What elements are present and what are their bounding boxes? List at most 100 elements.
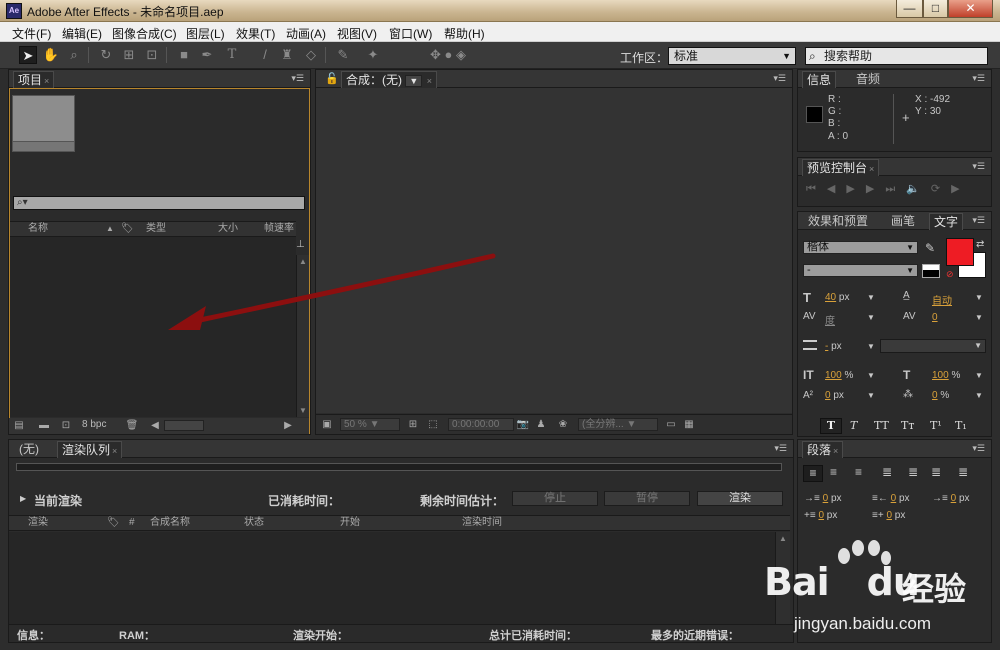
panel-menu-icon[interactable]: ▾☰ bbox=[972, 443, 985, 454]
column-comp-name[interactable]: 合成名称 bbox=[150, 516, 190, 530]
indent-right-field[interactable]: ≡← 0 px bbox=[872, 493, 910, 504]
font-family-select[interactable]: 楷体 ▼ bbox=[803, 241, 918, 254]
scroll-left-icon[interactable]: ◀ bbox=[148, 419, 162, 432]
chevron-down-icon[interactable]: ▼ bbox=[975, 371, 983, 380]
panel-menu-icon[interactable]: ▾☰ bbox=[291, 73, 304, 84]
tab-composition[interactable]: 合成：(无) ▼ × bbox=[341, 71, 438, 88]
faux-bold-icon[interactable]: T bbox=[820, 418, 842, 434]
label-tag-icon[interactable]: 🏷 bbox=[107, 516, 120, 530]
chevron-down-icon[interactable]: ▼ bbox=[867, 313, 875, 322]
menu-edit[interactable]: 编辑(E) bbox=[62, 25, 102, 42]
timecode-display[interactable]: 0:00:00:00 bbox=[448, 418, 514, 431]
eyedropper-icon[interactable]: ✎ bbox=[925, 241, 935, 255]
subscript-icon[interactable]: T₁ bbox=[955, 419, 967, 432]
hand-tool-icon[interactable]: ✋ bbox=[42, 46, 60, 64]
menu-help[interactable]: 帮助(H) bbox=[444, 25, 485, 42]
region-of-interest-icon[interactable]: ▭ bbox=[664, 418, 678, 431]
indent-right-value[interactable]: 0 bbox=[891, 493, 897, 504]
chevron-down-icon[interactable]: ▼ bbox=[975, 391, 983, 400]
baseline-shift-value[interactable]: 0 bbox=[825, 390, 831, 401]
black-swatch[interactable] bbox=[922, 264, 940, 278]
chevron-down-icon[interactable]: ▼ bbox=[975, 293, 983, 302]
vertical-scale-value[interactable]: 100 bbox=[825, 370, 842, 381]
font-size-field[interactable]: 40 px bbox=[825, 292, 849, 303]
justify-all-icon[interactable]: ≣ bbox=[958, 465, 968, 479]
tab-preview[interactable]: 预览控制台 × bbox=[802, 159, 880, 176]
chevron-down-icon[interactable]: ▼ bbox=[867, 391, 875, 400]
space-before-field[interactable]: +≡ 0 px bbox=[804, 510, 837, 521]
interpret-footage-icon[interactable]: ▤ bbox=[12, 419, 26, 432]
render-queue-list[interactable] bbox=[9, 532, 775, 624]
baseline-shift-field[interactable]: 0 px bbox=[825, 390, 844, 401]
font-style-select[interactable]: - ▼ bbox=[803, 264, 918, 277]
pause-button[interactable]: 暂停 bbox=[604, 491, 690, 506]
menu-view[interactable]: 视图(V) bbox=[337, 25, 377, 42]
mask-visibility-icon[interactable]: ⬚ bbox=[426, 418, 440, 431]
space-after-value[interactable]: 0 bbox=[886, 510, 892, 521]
fill-color-swatch[interactable] bbox=[946, 238, 974, 266]
column-render[interactable]: 渲染 bbox=[28, 516, 48, 530]
tab-info[interactable]: 信息 bbox=[802, 71, 837, 88]
stroke-width-field[interactable]: - px bbox=[825, 341, 842, 352]
close-icon[interactable]: × bbox=[833, 446, 838, 456]
column-started[interactable]: 开始 bbox=[340, 516, 360, 530]
justify-last-center-icon[interactable]: ≣ bbox=[908, 465, 918, 479]
new-composition-icon[interactable]: ⊡ bbox=[59, 419, 73, 432]
roto-brush-tool-icon[interactable]: ✎ bbox=[334, 46, 352, 64]
column-status[interactable]: 状态 bbox=[244, 516, 264, 530]
expand-triangle-icon[interactable]: ▶ bbox=[20, 494, 26, 503]
tracking-value[interactable]: 0 bbox=[932, 312, 938, 323]
tab-paragraph[interactable]: 段落 × bbox=[802, 441, 844, 458]
lock-icon[interactable]: 🔓 bbox=[325, 72, 339, 85]
tab-brushes[interactable]: 画笔 bbox=[887, 213, 919, 230]
camera-tool-icon[interactable]: ⊞ bbox=[120, 46, 138, 64]
bit-depth-button[interactable]: 8 bpc bbox=[82, 419, 106, 430]
next-frame-icon[interactable]: ▶ bbox=[866, 183, 885, 195]
close-button[interactable]: ✕ bbox=[948, 0, 993, 18]
safe-zones-icon[interactable]: ⊞ bbox=[406, 418, 420, 431]
tab-timeline[interactable]: (无) bbox=[15, 441, 43, 458]
font-size-value[interactable]: 40 bbox=[825, 292, 836, 303]
maximize-button[interactable]: □ bbox=[923, 0, 948, 18]
brush-tool-icon[interactable]: / bbox=[256, 46, 274, 64]
chevron-down-icon[interactable]: ▼ bbox=[867, 293, 875, 302]
column-name[interactable]: 名称 bbox=[28, 222, 48, 236]
pen-tool-icon[interactable]: ✒ bbox=[198, 46, 216, 64]
mute-icon[interactable]: 🔈 bbox=[906, 183, 931, 195]
tab-render-queue[interactable]: 渲染队列 × bbox=[57, 441, 123, 458]
horizontal-scroll-thumb[interactable] bbox=[164, 420, 204, 431]
workspace-select[interactable]: 标准 ▼ bbox=[668, 47, 796, 65]
small-caps-icon[interactable]: Tт bbox=[901, 419, 914, 432]
horizontal-scale-field[interactable]: 100 % bbox=[932, 370, 960, 381]
show-snapshot-icon[interactable]: ♟ bbox=[534, 418, 548, 431]
all-caps-icon[interactable]: TT bbox=[874, 419, 889, 432]
scroll-right-icon[interactable]: ▶ bbox=[281, 419, 295, 432]
first-frame-icon[interactable]: ⏮ bbox=[806, 183, 827, 195]
menu-effect[interactable]: 效果(T) bbox=[236, 25, 275, 42]
justify-last-left-icon[interactable]: ≣ bbox=[882, 465, 892, 479]
pan-behind-tool-icon[interactable]: ⊡ bbox=[143, 46, 161, 64]
panel-menu-icon[interactable]: ▾☰ bbox=[774, 443, 787, 454]
selection-tool-icon[interactable]: ➤ bbox=[19, 46, 37, 64]
chevron-down-icon[interactable]: ▼ bbox=[867, 342, 875, 351]
close-icon[interactable]: × bbox=[424, 76, 432, 86]
tab-project[interactable]: 项目 × bbox=[13, 71, 55, 88]
play-icon[interactable]: ▶ bbox=[846, 183, 865, 195]
color-channel-icon[interactable]: ❀ bbox=[556, 418, 570, 431]
rectangle-tool-icon[interactable]: ■ bbox=[175, 46, 193, 64]
swap-colors-icon[interactable]: ⇄ bbox=[976, 239, 984, 250]
white-swatch[interactable] bbox=[923, 265, 939, 270]
stop-button[interactable]: 停止 bbox=[512, 491, 598, 506]
type-tool-icon[interactable]: T bbox=[223, 46, 241, 64]
chevron-down-icon[interactable]: ▼ bbox=[405, 75, 423, 87]
superscript-icon[interactable]: T¹ bbox=[930, 419, 942, 432]
minimize-button[interactable]: — bbox=[896, 0, 923, 18]
loop-icon[interactable]: ⟳ bbox=[931, 183, 951, 195]
search-help-input[interactable]: ⌕ 搜索帮助 bbox=[805, 47, 988, 65]
trash-icon[interactable]: 🗑 bbox=[125, 419, 139, 432]
space-before-value[interactable]: 0 bbox=[818, 510, 824, 521]
previous-frame-icon[interactable]: ◀ bbox=[827, 183, 846, 195]
space-after-field[interactable]: ≡+ 0 px bbox=[872, 510, 905, 521]
no-fill-icon[interactable]: ⊘ bbox=[946, 269, 954, 280]
project-search-input[interactable]: ⌕▾ bbox=[13, 196, 305, 210]
